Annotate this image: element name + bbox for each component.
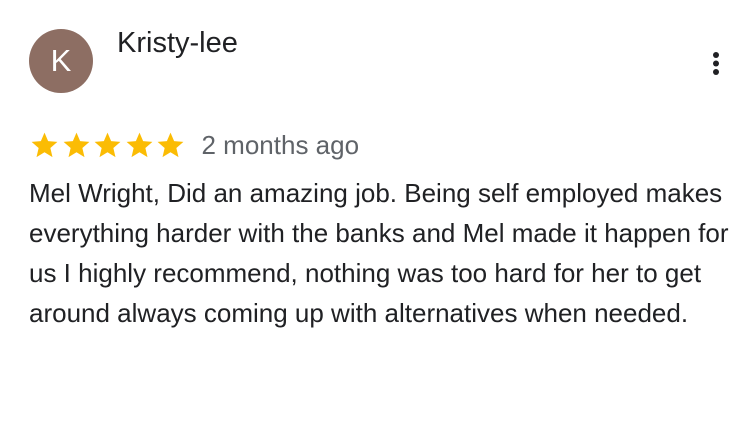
more-options-button[interactable] xyxy=(701,46,731,80)
review-text: Mel Wright, Did an amazing job. Being se… xyxy=(29,178,729,328)
star-icon xyxy=(92,130,123,161)
star-rating xyxy=(29,130,187,161)
star-icon xyxy=(124,130,155,161)
avatar-letter: K xyxy=(50,43,72,78)
avatar[interactable]: K xyxy=(29,29,93,93)
rating-row: 2 months ago xyxy=(29,127,359,163)
review-time: 2 months ago xyxy=(201,130,360,160)
star-icon xyxy=(29,130,60,161)
star-icon xyxy=(61,130,92,161)
more-vert-icon xyxy=(713,52,719,75)
star-icon xyxy=(155,130,186,161)
review-card: K Kristy-lee 2 months ago Mel Wright, Di… xyxy=(0,0,740,422)
reviewer-name[interactable]: Kristy-lee xyxy=(117,24,238,62)
